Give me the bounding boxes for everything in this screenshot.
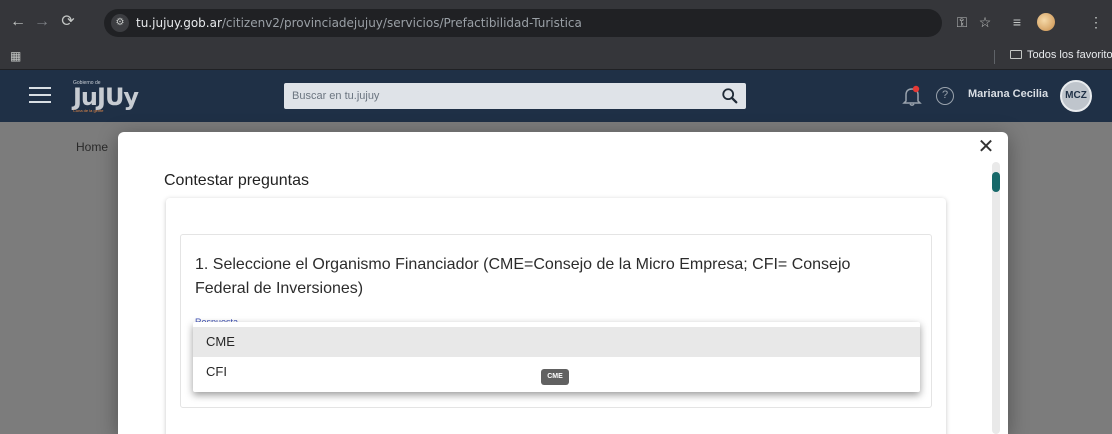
search-input[interactable] xyxy=(292,87,692,105)
browser-profile-icon[interactable] xyxy=(1037,13,1055,31)
folder-icon xyxy=(1010,50,1022,59)
reading-list-icon[interactable]: ≡ xyxy=(1007,12,1027,32)
modal-scrollbar[interactable] xyxy=(992,162,1000,434)
selection-tooltip: CME xyxy=(541,369,569,385)
site-search[interactable] xyxy=(284,83,746,109)
apps-grid-icon[interactable]: ▦ xyxy=(10,49,24,63)
browser-toolbar: ← → ⟳ ⚙ tu.jujuy.gob.ar/citizenv2/provin… xyxy=(0,0,1112,44)
notification-bell-icon[interactable] xyxy=(902,85,922,107)
avatar[interactable]: MCZ xyxy=(1060,80,1092,112)
all-bookmarks-folder[interactable]: Todos los favoritos xyxy=(1010,49,1112,61)
menu-dots-icon[interactable]: ⋮ xyxy=(1086,12,1106,32)
password-key-icon[interactable]: ⚿ xyxy=(952,12,972,32)
hamburger-menu-icon[interactable] xyxy=(29,87,51,103)
jujuy-logo[interactable]: Gobierno de JuJUy Cuna de la gente xyxy=(73,80,139,114)
question-card: 1. Seleccione el Organismo Financiador (… xyxy=(166,198,946,434)
site-header: Gobierno de JuJUy Cuna de la gente ? Mar… xyxy=(0,70,1112,122)
close-icon[interactable]: ✕ xyxy=(976,136,996,158)
question-text: 1. Seleccione el Organismo Financiador (… xyxy=(195,256,851,297)
forward-icon[interactable]: → xyxy=(32,12,52,32)
search-icon[interactable] xyxy=(721,87,739,105)
user-name[interactable]: Mariana Cecilia xyxy=(968,88,1048,100)
bookmarks-bar: ▦ Todos los favoritos xyxy=(0,44,1112,70)
scrollbar-thumb[interactable] xyxy=(992,172,1000,192)
bookmark-star-icon[interactable]: ☆ xyxy=(975,12,995,32)
breadcrumb[interactable]: Home xyxy=(76,140,108,154)
back-icon[interactable]: ← xyxy=(8,12,28,32)
modal-title: Contestar preguntas xyxy=(164,172,309,189)
dropdown-option-cme[interactable]: CME xyxy=(193,327,920,357)
bookmarks-divider xyxy=(994,50,995,64)
address-bar[interactable]: ⚙ tu.jujuy.gob.ar/citizenv2/provinciadej… xyxy=(104,9,942,37)
url-text[interactable]: tu.jujuy.gob.ar/citizenv2/provinciadejuj… xyxy=(136,16,582,30)
site-settings-icon[interactable]: ⚙ xyxy=(111,14,129,32)
reload-icon[interactable]: ⟳ xyxy=(58,12,78,32)
help-icon[interactable]: ? xyxy=(936,87,954,105)
